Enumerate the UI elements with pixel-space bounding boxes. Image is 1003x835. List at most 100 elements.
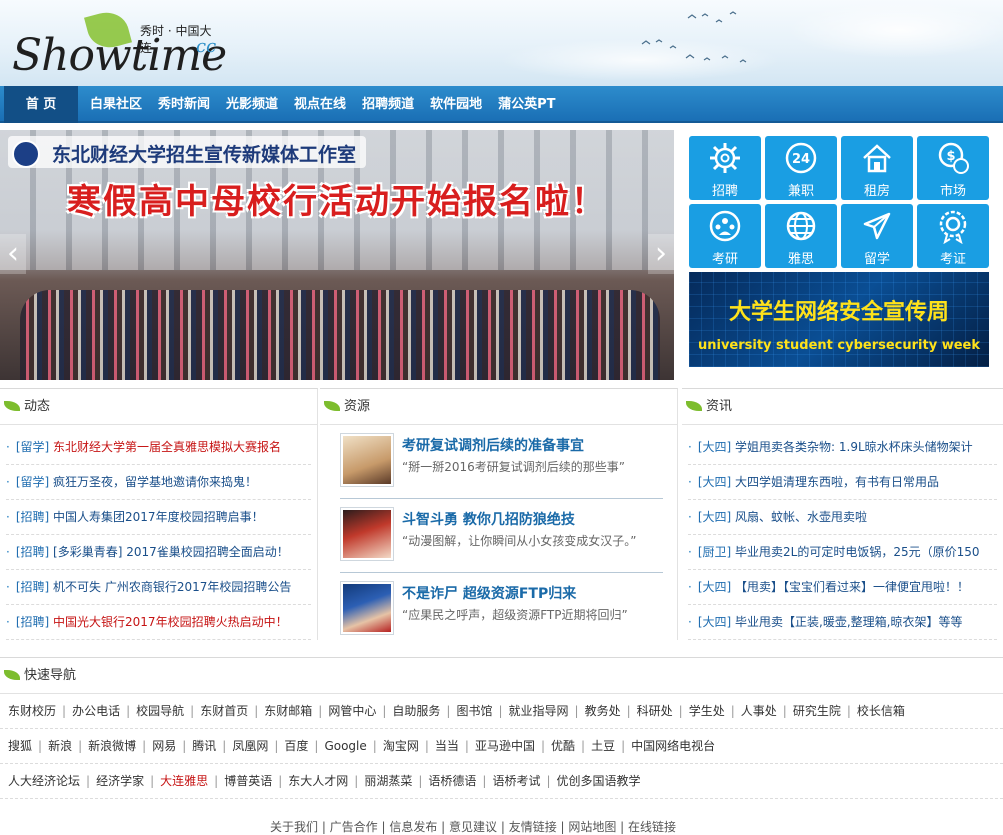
item-category[interactable]: [厨卫]: [698, 545, 731, 559]
quick-nav-link[interactable]: 博普英语: [224, 774, 272, 788]
quick-nav-link[interactable]: 大连雅思: [160, 774, 208, 788]
quick-nav-link[interactable]: 语桥德语: [428, 774, 476, 788]
news-item[interactable]: · [招聘] [多彩巢青春] 2017雀巢校园招聘全面启动！: [6, 535, 311, 570]
info-item[interactable]: · [大四] 毕业甩卖【正装,暖壶,整理箱,晾衣架】等等: [688, 605, 997, 640]
item-title[interactable]: 学姐甩卖各类杂物: 1.9L晾水杯床头储物架计: [735, 440, 973, 454]
quick-nav-link[interactable]: 凤凰网: [232, 739, 268, 753]
info-item[interactable]: · [大四] 学姐甩卖各类杂物: 1.9L晾水杯床头储物架计: [688, 430, 997, 465]
item-category[interactable]: [大四]: [698, 510, 731, 524]
service-tile-abroad[interactable]: 留学: [841, 204, 913, 268]
news-item[interactable]: · [招聘] 中国光大银行2017年校园招聘火热启动中！: [6, 605, 311, 640]
quick-nav-link[interactable]: 网易: [152, 739, 176, 753]
info-item[interactable]: · [大四] 【甩卖】【宝宝们看过来】一律便宜甩啦！！: [688, 570, 997, 605]
quick-nav-link[interactable]: 腾讯: [192, 739, 216, 753]
nav-software[interactable]: 软件园地: [422, 86, 490, 123]
nav-community[interactable]: 白果社区: [82, 86, 150, 123]
item-title[interactable]: [多彩巢青春] 2017雀巢校园招聘全面启动！: [53, 545, 289, 559]
quick-nav-link[interactable]: 研究生院: [793, 704, 841, 718]
quick-nav-link[interactable]: 教务处: [585, 704, 621, 718]
item-category[interactable]: [招聘]: [16, 580, 49, 594]
service-tile-parttime[interactable]: 24 兼职: [765, 136, 837, 200]
quick-nav-link[interactable]: 百度: [284, 739, 308, 753]
resource-title[interactable]: 斗智斗勇 教你几招防狼绝技: [402, 509, 575, 529]
quick-nav-link[interactable]: 土豆: [591, 739, 615, 753]
quick-nav-link[interactable]: 丽湖蒸菜: [364, 774, 412, 788]
item-title[interactable]: 中国光大银行2017年校园招聘火热启动中！: [53, 615, 288, 629]
nav-home[interactable]: 首 页: [4, 86, 78, 123]
info-item[interactable]: · [厨卫] 毕业甩卖2L的可定时电饭锅，25元（原价150: [688, 535, 997, 570]
cybersecurity-week-banner[interactable]: 大学生网络安全宣传周 university student cybersecur…: [689, 272, 989, 367]
quick-nav-link[interactable]: 就业指导网: [509, 704, 569, 718]
item-category[interactable]: [招聘]: [16, 615, 49, 629]
quick-nav-link[interactable]: 优酷: [551, 739, 575, 753]
site-logo[interactable]: 秀时 · 中国大连 Showtime cc: [10, 7, 227, 81]
resource-title[interactable]: 考研复试调剂后续的准备事宜: [402, 435, 584, 455]
quick-nav-link[interactable]: 淘宝网: [383, 739, 419, 753]
news-item[interactable]: · [留学] 东北财经大学第一届全真雅思模拟大赛报名: [6, 430, 311, 465]
quick-nav-link[interactable]: 当当: [435, 739, 459, 753]
nav-pt[interactable]: 蒲公英PT: [490, 86, 563, 123]
quick-nav-link[interactable]: 办公电话: [72, 704, 120, 718]
item-category[interactable]: [大四]: [698, 475, 731, 489]
service-tile-market[interactable]: $ 市场: [917, 136, 989, 200]
quick-nav-link[interactable]: 网管中心: [328, 704, 376, 718]
service-tile-jobs[interactable]: 招聘: [689, 136, 761, 200]
quick-nav-link[interactable]: Google: [324, 739, 366, 753]
quick-nav-link[interactable]: 亚马逊中国: [475, 739, 535, 753]
quick-nav-link[interactable]: 自助服务: [392, 704, 440, 718]
quick-nav-link[interactable]: 校长信箱: [857, 704, 905, 718]
item-category[interactable]: [大四]: [698, 580, 731, 594]
quick-nav-link[interactable]: 搜狐: [8, 739, 32, 753]
resource-title[interactable]: 不是诈尸 超级资源FTP归来: [402, 583, 576, 603]
quick-nav-link[interactable]: 人事处: [741, 704, 777, 718]
item-title[interactable]: 大四学姐清理东西啦，有书有日常用品: [735, 475, 939, 489]
news-item[interactable]: · [留学] 疯狂万圣夜，留学基地邀请你来捣鬼！: [6, 465, 311, 500]
item-category[interactable]: [留学]: [16, 440, 49, 454]
resource-item[interactable]: 斗智斗勇 教你几招防狼绝技 “动漫图解，让你瞬间从小女孩变成女汉子。”: [340, 507, 663, 573]
nav-photo[interactable]: 光影频道: [218, 86, 286, 123]
service-tile-rent[interactable]: 租房: [841, 136, 913, 200]
banner-next-arrow-icon[interactable]: ›: [648, 234, 674, 274]
quick-nav-link[interactable]: 东大人才网: [288, 774, 348, 788]
service-tile-postgrad[interactable]: 考研: [689, 204, 761, 268]
item-category[interactable]: [留学]: [16, 475, 49, 489]
quick-nav-link[interactable]: 新浪微博: [88, 739, 136, 753]
service-tile-ielts[interactable]: 雅思: [765, 204, 837, 268]
nav-news[interactable]: 秀时新闻: [150, 86, 218, 123]
nav-jobs[interactable]: 招聘频道: [354, 86, 422, 123]
quick-nav-link[interactable]: 优创多国语教学: [557, 774, 641, 788]
info-item[interactable]: · [大四] 大四学姐清理东西啦，有书有日常用品: [688, 465, 997, 500]
item-title[interactable]: 东北财经大学第一届全真雅思模拟大赛报名: [53, 440, 281, 454]
quick-nav-link[interactable]: 语桥考试: [492, 774, 540, 788]
item-category[interactable]: [大四]: [698, 440, 731, 454]
news-item[interactable]: · [招聘] 机不可失 广州农商银行2017年校园招聘公告: [6, 570, 311, 605]
footer-links[interactable]: 关于我们 | 广告合作 | 信息发布 | 意见建议 | 友情链接 | 网站地图 …: [270, 818, 676, 835]
info-item[interactable]: · [大四] 风扇、蚊帐、水壶甩卖啦: [688, 500, 997, 535]
item-title[interactable]: 机不可失 广州农商银行2017年校园招聘公告: [53, 580, 291, 594]
quick-nav-link[interactable]: 图书馆: [456, 704, 492, 718]
quick-nav-link[interactable]: 东财邮箱: [264, 704, 312, 718]
news-item[interactable]: · [招聘] 中国人寿集团2017年度校园招聘启事！: [6, 500, 311, 535]
item-title[interactable]: 疯狂万圣夜，留学基地邀请你来捣鬼！: [53, 475, 257, 489]
item-category[interactable]: [招聘]: [16, 510, 49, 524]
quick-nav-link[interactable]: 科研处: [637, 704, 673, 718]
quick-nav-link[interactable]: 新浪: [48, 739, 72, 753]
item-category[interactable]: [大四]: [698, 615, 731, 629]
quick-nav-link[interactable]: 校园导航: [136, 704, 184, 718]
item-title[interactable]: 风扇、蚊帐、水壶甩卖啦: [735, 510, 867, 524]
quick-nav-link[interactable]: 经济学家: [96, 774, 144, 788]
resource-item[interactable]: 不是诈尸 超级资源FTP归来 “应果民之呼声，超级资源FTP近期将回归”: [340, 581, 663, 647]
item-title[interactable]: 【甩卖】【宝宝们看过来】一律便宜甩啦！！: [735, 580, 969, 594]
resource-item[interactable]: 考研复试调剂后续的准备事宜 “掰一掰2016考研复试调剂后续的那些事”: [340, 433, 663, 499]
nav-viewpoint[interactable]: 视点在线: [286, 86, 354, 123]
item-category[interactable]: [招聘]: [16, 545, 49, 559]
item-title[interactable]: 毕业甩卖2L的可定时电饭锅，25元（原价150: [735, 545, 980, 559]
item-title[interactable]: 中国人寿集团2017年度校园招聘启事！: [53, 510, 264, 524]
quick-nav-link[interactable]: 东财校历: [8, 704, 56, 718]
quick-nav-link[interactable]: 中国网络电视台: [631, 739, 715, 753]
hero-banner[interactable]: 东北财经大学招生宣传新媒体工作室 寒假高中母校行活动开始报名啦！ ‹ ›: [0, 130, 674, 380]
quick-nav-link[interactable]: 东财首页: [200, 704, 248, 718]
banner-prev-arrow-icon[interactable]: ‹: [0, 234, 26, 274]
quick-nav-link[interactable]: 人大经济论坛: [8, 774, 80, 788]
quick-nav-link[interactable]: 学生处: [689, 704, 725, 718]
